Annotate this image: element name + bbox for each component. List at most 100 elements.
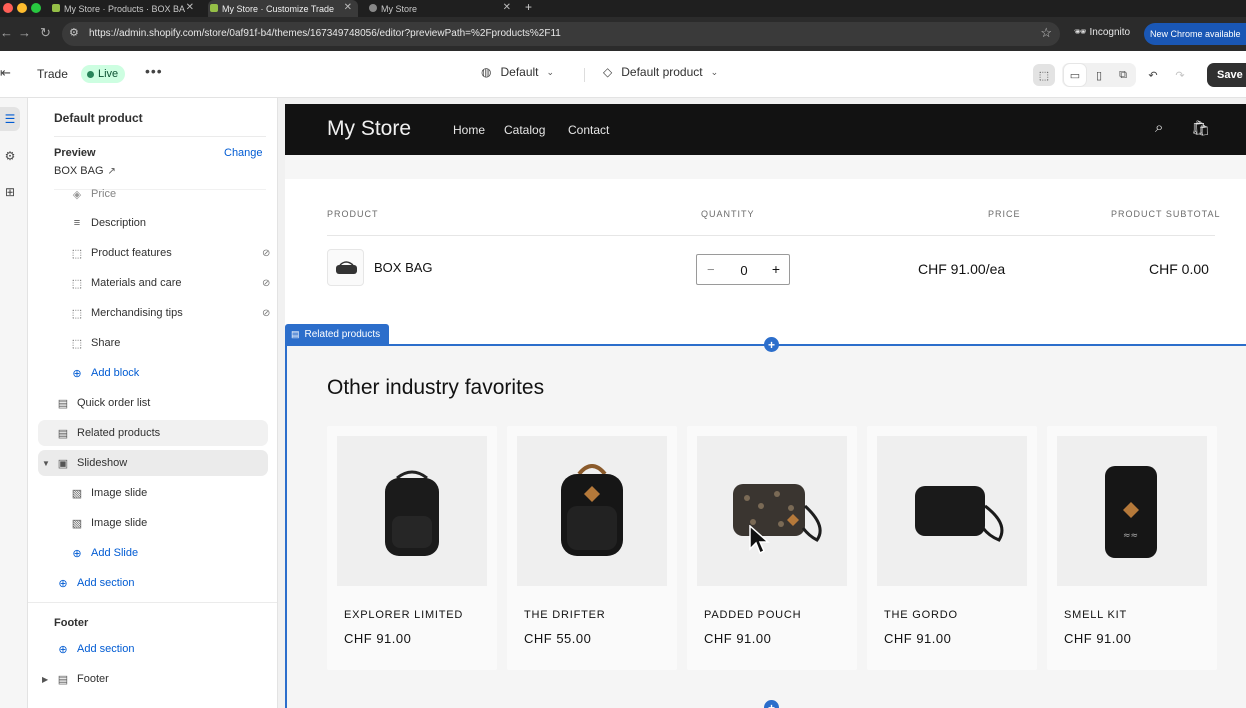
block-image-slide[interactable]: ▧ Image slide: [70, 510, 147, 536]
chevron-down-icon: ⌄: [710, 66, 719, 77]
add-block-button[interactable]: ⊕ Add block: [70, 360, 139, 386]
close-tab-icon[interactable]: ✕: [503, 2, 511, 13]
add-slide-label: Add Slide: [91, 547, 139, 559]
pouch-image-icon: [915, 486, 1004, 542]
section-slideshow[interactable]: ▣ Slideshow: [56, 450, 127, 476]
more-actions-icon[interactable]: •••: [145, 63, 163, 79]
browser-tab-strip: My Store · Products · BOX BA ✕ My Store …: [0, 0, 1246, 17]
product-name: PADDED POUCH: [704, 609, 802, 621]
site-settings-icon[interactable]: ⚙: [69, 26, 79, 39]
add-slide-button[interactable]: ⊕ Add Slide: [70, 540, 138, 566]
product-card[interactable]: EXPLORER LIMITED CHF 91.00: [327, 426, 497, 670]
address-bar[interactable]: ⚙ https://admin.shopify.com/store/0af91f…: [62, 22, 1060, 46]
line-item-name: BOX BAG: [374, 260, 433, 275]
chevron-down-icon: ⌄: [546, 66, 555, 77]
eye-hidden-icon[interactable]: ⊘: [262, 248, 270, 259]
sidebar-title: Default product: [54, 111, 143, 125]
product-image: [697, 436, 847, 586]
block-frame-icon: ⬚: [71, 307, 83, 320]
line-item-subtotal: CHF 0.00: [1149, 261, 1209, 277]
forward-icon[interactable]: →: [18, 25, 31, 40]
theme-settings-icon[interactable]: ⚙: [0, 144, 20, 168]
block-merchandising-tips[interactable]: ⬚ Merchandising tips ⊘: [70, 300, 271, 326]
nav-link-catalog[interactable]: Catalog: [504, 123, 545, 137]
browser-tab-customize[interactable]: My Store · Customize Trade ✕: [208, 0, 358, 17]
incognito-icon: 🕶: [1074, 27, 1087, 38]
section-label-tag[interactable]: ▤ Related products: [285, 324, 390, 344]
section-related-products[interactable]: ▤ Related products: [56, 420, 160, 446]
block-frame-icon: ⬚: [71, 277, 83, 290]
browser-tab-products[interactable]: My Store · Products · BOX BA ✕: [50, 0, 200, 17]
price-tag-icon: ◈: [72, 188, 82, 201]
block-materials-and-care[interactable]: ⬚ Materials and care ⊘: [70, 270, 271, 296]
preview-product[interactable]: BOX BAG ↗: [54, 165, 116, 177]
tab-title: My Store · Customize Trade: [222, 3, 335, 14]
chrome-update-button[interactable]: New Chrome available: [1144, 23, 1246, 45]
incognito-indicator[interactable]: 🕶 Incognito: [1074, 27, 1130, 38]
browser-tab-store[interactable]: My Store ✕: [367, 0, 517, 17]
chevron-right-icon[interactable]: ▶: [42, 675, 48, 684]
browser-toolbar: ← → ↻ ⚙ https://admin.shopify.com/store/…: [0, 17, 1246, 51]
section-footer[interactable]: ▤ Footer: [56, 666, 109, 692]
sections-icon[interactable]: ☰: [0, 107, 20, 131]
product-card[interactable]: ≈≈ SMELL KIT CHF 91.00: [1047, 426, 1217, 670]
template-selector-label: Default: [500, 65, 539, 79]
minimize-window-button[interactable]: [17, 3, 27, 13]
cart-icon[interactable]: 🛍: [1191, 119, 1210, 137]
add-section-button[interactable]: ⊕ Add section: [56, 570, 134, 596]
eye-hidden-icon[interactable]: ⊘: [262, 308, 270, 319]
close-tab-icon[interactable]: ✕: [186, 2, 194, 13]
desktop-view-icon[interactable]: ▭: [1064, 64, 1086, 86]
new-tab-button[interactable]: +: [525, 0, 532, 14]
change-preview-link[interactable]: Change: [224, 147, 263, 159]
text-lines-icon: ≡: [73, 217, 81, 229]
eye-hidden-icon[interactable]: ⊘: [262, 278, 270, 289]
product-price: CHF 91.00: [1064, 631, 1132, 646]
block-share[interactable]: ⬚ Share: [70, 330, 121, 356]
store-logo[interactable]: My Store: [327, 117, 411, 141]
bag-thumbnail-icon: [336, 261, 357, 274]
product-card[interactable]: THE GORDO CHF 91.00: [867, 426, 1037, 670]
inspector-icon[interactable]: ⬚: [1033, 64, 1055, 86]
exit-editor-icon[interactable]: ⇤: [0, 65, 11, 81]
full-width-view-icon[interactable]: ⧉: [1112, 64, 1134, 86]
block-image-slide[interactable]: ▧ Image slide: [70, 480, 147, 506]
undo-icon[interactable]: ↶: [1142, 64, 1164, 86]
save-button[interactable]: Save: [1207, 63, 1246, 87]
footer-add-section-button[interactable]: ⊕ Add section: [56, 636, 134, 662]
bookmark-star-icon[interactable]: ☆: [1040, 25, 1052, 41]
block-price[interactable]: ◈ Price: [70, 181, 116, 207]
close-tab-icon[interactable]: ✕: [344, 2, 352, 13]
product-name: EXPLORER LIMITED: [344, 609, 464, 621]
related-products-section[interactable]: Other industry favorites EXPLORER LIMITE…: [285, 344, 1246, 708]
nav-link-contact[interactable]: Contact: [568, 123, 609, 137]
back-icon[interactable]: ←: [0, 25, 13, 40]
theme-name: Trade: [37, 67, 68, 81]
search-icon[interactable]: ⌕: [1155, 119, 1163, 136]
redo-icon[interactable]: ↷: [1169, 64, 1191, 86]
quantity-stepper[interactable]: − 0 +: [696, 254, 790, 285]
section-quick-order-list[interactable]: ▤ Quick order list: [56, 390, 151, 416]
add-section-plus-icon[interactable]: +: [764, 700, 779, 708]
increase-quantity-button[interactable]: +: [772, 261, 780, 277]
app-embeds-icon[interactable]: ⊞: [0, 180, 20, 204]
block-description[interactable]: ≡ Description: [70, 210, 146, 236]
external-link-icon: ↗: [107, 166, 116, 177]
product-image: [517, 436, 667, 586]
zoom-window-button[interactable]: [31, 3, 41, 13]
product-price: CHF 91.00: [884, 631, 952, 646]
reload-icon[interactable]: ↻: [40, 25, 51, 41]
page-selector[interactable]: ◇ Default product ⌄: [603, 65, 718, 79]
tab-title: My Store · Products · BOX BA: [64, 3, 186, 14]
tab-title: My Store: [381, 3, 418, 14]
close-window-button[interactable]: [3, 3, 13, 13]
nav-link-home[interactable]: Home: [453, 123, 485, 137]
product-card[interactable]: THE DRIFTER CHF 55.00: [507, 426, 677, 670]
plus-circle-icon: ⊕: [72, 547, 82, 560]
chevron-down-icon[interactable]: ▼: [42, 459, 50, 468]
mobile-view-icon[interactable]: ▯: [1088, 64, 1110, 86]
template-selector[interactable]: ◍ Default ⌄: [481, 65, 554, 79]
block-product-features[interactable]: ⬚ Product features ⊘: [70, 240, 271, 266]
product-card[interactable]: PADDED POUCH CHF 91.00: [687, 426, 857, 670]
add-section-plus-icon[interactable]: +: [764, 337, 779, 352]
